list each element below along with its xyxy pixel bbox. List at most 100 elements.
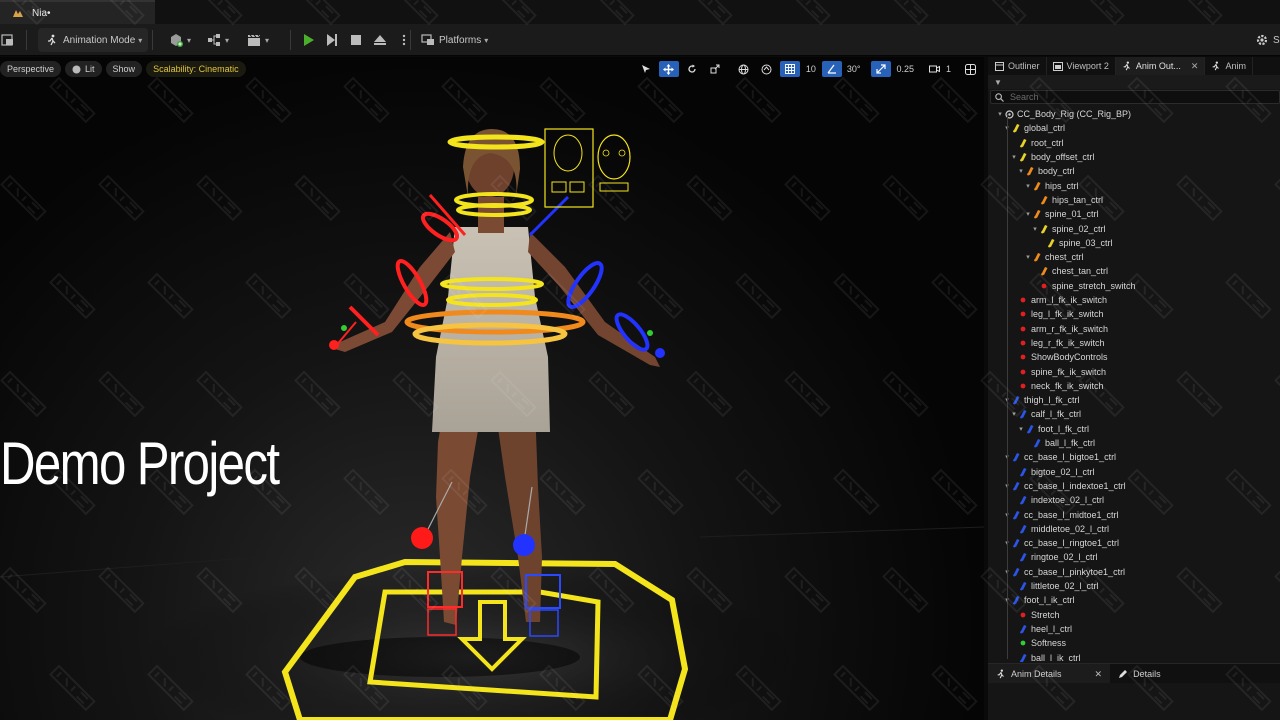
rotation-snap-value[interactable]: 30°: [845, 61, 863, 77]
tree-row[interactable]: heel_l_ctrl: [988, 622, 1280, 636]
grid-icon: [782, 61, 798, 77]
tree-row[interactable]: ▾ foot_l_fk_ctrl: [988, 422, 1280, 436]
tree-row[interactable]: spine_fk_ik_switch: [988, 364, 1280, 378]
tree-row[interactable]: arm_l_fk_ik_switch: [988, 293, 1280, 307]
save-button[interactable]: [0, 28, 16, 52]
tree-row[interactable]: ▾ hips_ctrl: [988, 179, 1280, 193]
expand-arrow-icon[interactable]: ▾: [1024, 253, 1032, 261]
running-figure-icon: [996, 669, 1006, 679]
expand-arrow-icon[interactable]: ▾: [1031, 225, 1039, 233]
search-input[interactable]: [1010, 92, 1260, 102]
tree-row[interactable]: ball_l_ik_ctrl: [988, 650, 1280, 662]
settings-button[interactable]: S: [1254, 28, 1280, 52]
tree-row[interactable]: spine_03_ctrl: [988, 236, 1280, 250]
scale-mode-button[interactable]: [705, 61, 725, 77]
tab-details[interactable]: Details: [1110, 664, 1169, 684]
tree-row[interactable]: ▾ body_offset_ctrl: [988, 150, 1280, 164]
tree-row[interactable]: spine_stretch_switch: [988, 279, 1280, 293]
close-icon[interactable]: ✕: [1095, 669, 1103, 680]
scalability-label: Scalability: Cinematic: [153, 64, 239, 74]
surface-snap-button[interactable]: [757, 61, 777, 77]
mode-selector[interactable]: Animation Mode ▾: [38, 28, 149, 52]
details-panel-body: [988, 683, 1280, 720]
tree-row[interactable]: bigtoe_02_l_ctrl: [988, 465, 1280, 479]
tree-row[interactable]: root_ctrl: [988, 136, 1280, 150]
expand-arrow-icon[interactable]: ▾: [1024, 182, 1032, 190]
tab-viewport-2[interactable]: Viewport 2: [1047, 57, 1116, 75]
tree-row[interactable]: ▾ spine_01_ctrl: [988, 207, 1280, 221]
tree-row[interactable]: ▾ spine_02_ctrl: [988, 221, 1280, 235]
tree-row[interactable]: indextoe_02_l_ctrl: [988, 493, 1280, 507]
globe-icon: [736, 61, 752, 77]
rotation-snap-button[interactable]: [821, 61, 842, 77]
show-button[interactable]: Show: [105, 61, 143, 77]
platforms-button[interactable]: Platforms ▾: [420, 28, 488, 52]
play-icon[interactable]: [300, 32, 316, 48]
cinematics-button[interactable]: ▾: [246, 28, 269, 52]
translate-mode-button[interactable]: [658, 61, 679, 77]
chevron-down-icon[interactable]: ▼: [994, 78, 1002, 87]
tree-row[interactable]: ▾cc_base_l_midtoe1_ctrl: [988, 507, 1280, 521]
scale-snap-button[interactable]: [871, 61, 892, 77]
control-icon: [1018, 152, 1028, 162]
expand-arrow-icon[interactable]: ▾: [1017, 167, 1025, 175]
blueprint-button[interactable]: ▾: [206, 28, 229, 52]
tree-row[interactable]: ▾foot_l_ik_ctrl: [988, 593, 1280, 607]
expand-arrow-icon[interactable]: ▾: [1010, 410, 1018, 418]
add-cube-icon: [168, 32, 184, 48]
tab-anim-out[interactable]: Anim Out... ✕: [1115, 57, 1206, 75]
tree-row[interactable]: Stretch: [988, 608, 1280, 622]
tree-row[interactable]: ▾cc_base_l_pinkytoe1_ctrl: [988, 565, 1280, 579]
tree-row[interactable]: ▾cc_base_l_indextoe1_ctrl: [988, 479, 1280, 493]
select-mode-button[interactable]: [636, 61, 656, 77]
tree-row[interactable]: ▾ calf_l_fk_ctrl: [988, 407, 1280, 421]
perspective-button[interactable]: Perspective: [0, 61, 62, 77]
control-icon: [1039, 266, 1049, 276]
tree-row[interactable]: hips_tan_ctrl: [988, 193, 1280, 207]
tree-row[interactable]: ▾ body_ctrl: [988, 164, 1280, 178]
expand-arrow-icon[interactable]: ▾: [1017, 425, 1025, 433]
lit-button[interactable]: Lit: [65, 61, 102, 77]
tree-row[interactable]: leg_l_fk_ik_switch: [988, 307, 1280, 321]
expand-arrow-icon[interactable]: ▾: [1010, 153, 1018, 161]
tree-row[interactable]: leg_r_fk_ik_switch: [988, 336, 1280, 350]
tree-row[interactable]: ▾global_ctrl: [988, 121, 1280, 135]
tree-row[interactable]: ▾ chest_ctrl: [988, 250, 1280, 264]
tree-row[interactable]: chest_tan_ctrl: [988, 264, 1280, 278]
tree-row[interactable]: middletoe_02_l_ctrl: [988, 522, 1280, 536]
tree-row[interactable]: ▾ CC_Body_Rig (CC_Rig_BP): [988, 107, 1280, 121]
outliner-search-box[interactable]: [990, 90, 1280, 104]
tab-anim-details[interactable]: Anim Details ✕: [988, 664, 1111, 684]
scalability-warning[interactable]: Scalability: Cinematic: [146, 61, 246, 77]
tab-anim[interactable]: Anim: [1205, 57, 1253, 75]
stop-icon[interactable]: [348, 32, 364, 48]
document-tab[interactable]: Nia•: [0, 0, 155, 24]
tree-row[interactable]: Softness: [988, 636, 1280, 650]
tree-row[interactable]: neck_fk_ik_switch: [988, 379, 1280, 393]
camera-speed-button[interactable]: 1: [925, 61, 953, 77]
expand-arrow-icon[interactable]: ▾: [1024, 210, 1032, 218]
tree-row[interactable]: ShowBodyControls: [988, 350, 1280, 364]
expand-arrow-icon[interactable]: ▾: [996, 110, 1004, 118]
step-forward-icon[interactable]: [324, 32, 340, 48]
grid-snap-button[interactable]: [779, 61, 800, 77]
grid-snap-value[interactable]: 10: [803, 61, 819, 77]
tree-row[interactable]: littletoe_02_l_ctrl: [988, 579, 1280, 593]
viewport-layout-button[interactable]: [960, 61, 980, 77]
close-icon[interactable]: ✕: [1191, 61, 1199, 72]
title-bar: Nia•: [0, 0, 1280, 24]
tree-row[interactable]: arm_r_fk_ik_switch: [988, 322, 1280, 336]
tree-row[interactable]: ▾cc_base_l_bigtoe1_ctrl: [988, 450, 1280, 464]
tree-row-label: indextoe_02_l_ctrl: [1031, 495, 1105, 506]
world-space-button[interactable]: [734, 61, 754, 77]
level-viewport[interactable]: Perspective Lit Show Scalability: Cinema…: [0, 57, 984, 720]
scale-snap-value[interactable]: 0.25: [894, 61, 916, 77]
tab-outliner[interactable]: Outliner: [988, 57, 1047, 75]
tree-row[interactable]: ▾cc_base_l_ringtoe1_ctrl: [988, 536, 1280, 550]
add-actor-button[interactable]: ▾: [168, 28, 191, 52]
tree-row[interactable]: ball_l_fk_ctrl: [988, 436, 1280, 450]
eject-icon[interactable]: [372, 32, 388, 48]
tree-row[interactable]: ringtoe_02_l_ctrl: [988, 550, 1280, 564]
tree-row[interactable]: ▾thigh_l_fk_ctrl: [988, 393, 1280, 407]
rotate-mode-button[interactable]: [682, 61, 702, 77]
